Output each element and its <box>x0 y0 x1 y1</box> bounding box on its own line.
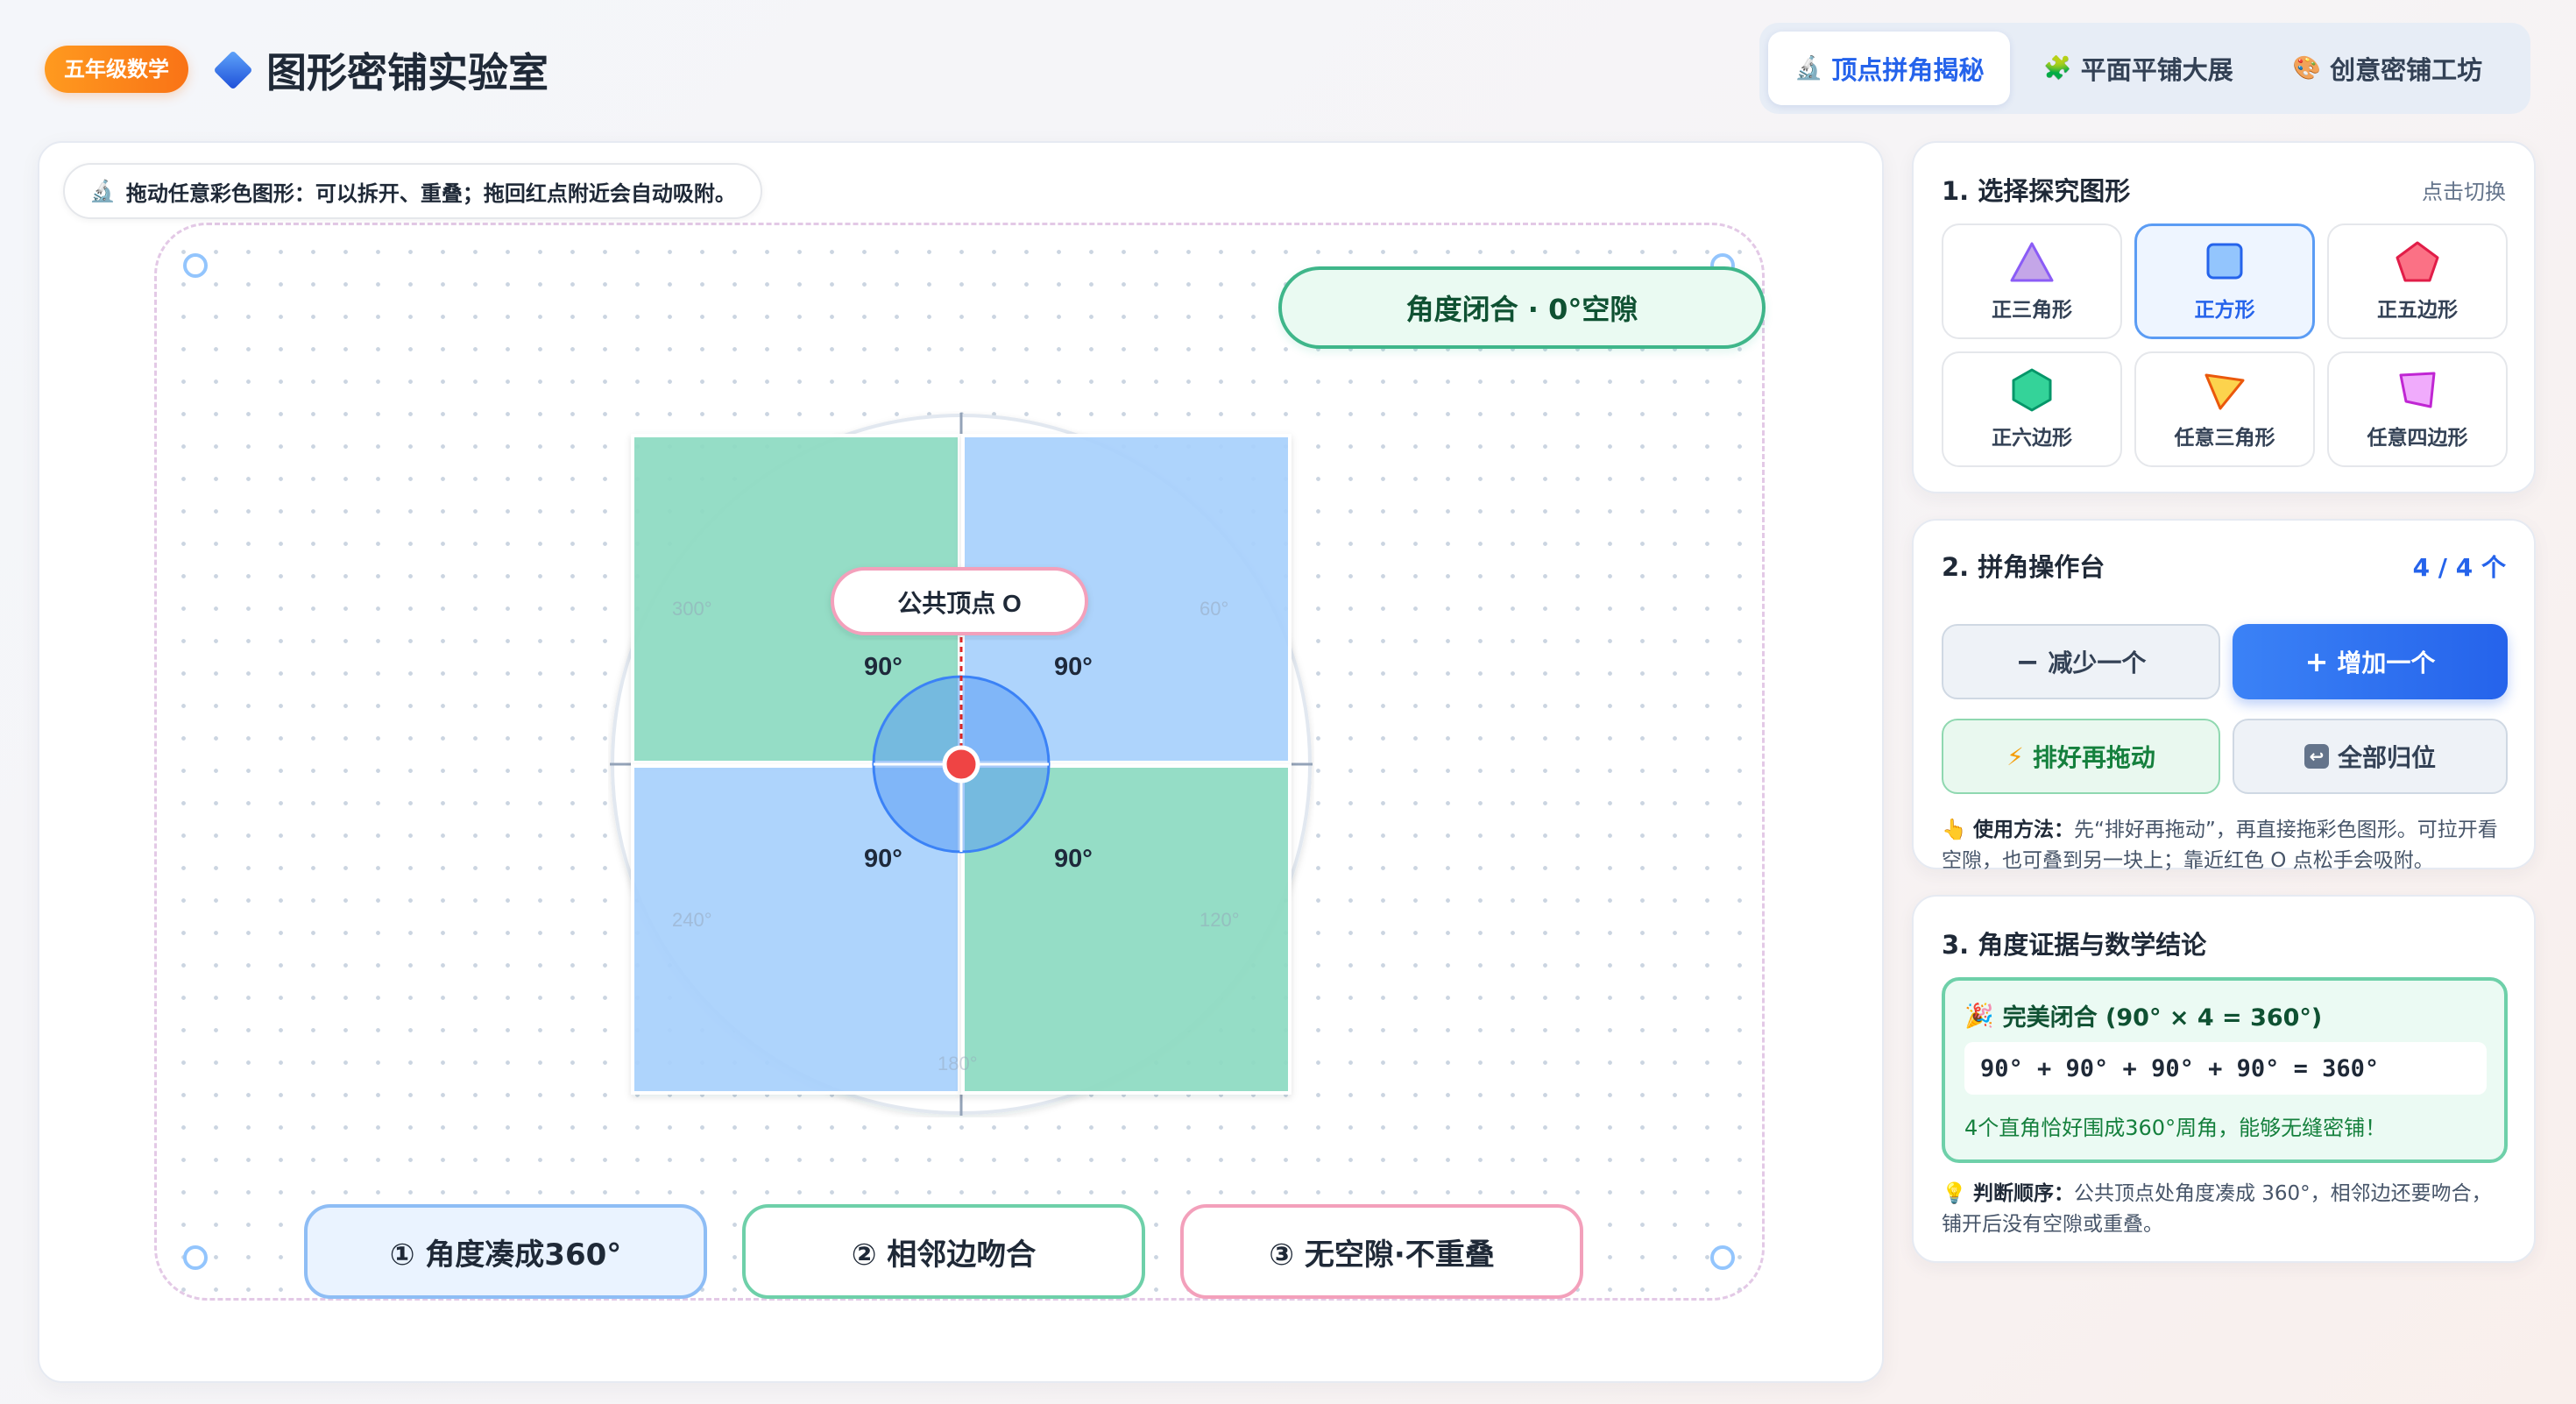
tab-label: 平面平铺大展 <box>2080 55 2233 85</box>
criterion-angle-360: ① 角度凑成360° <box>304 1204 707 1299</box>
usage-instructions: 👆 使用方法：先“排好再拖动”，再直接拖彩色图形。可拉开看空隙，也可叠到另一块上… <box>1942 815 2511 876</box>
shape-label: 正五边形 <box>2377 299 2458 322</box>
square-icon <box>2206 243 2243 280</box>
app-root: 五年级数学 图形密铺实验室 🔬 顶点拼角揭秘 🧩 平面平铺大展 🎨 创意密铺工坊… <box>0 0 2576 1404</box>
shape-grid: 正三角形 正方形 正五边形 正六边形 任意三角形 任意四边形 <box>1942 223 2508 467</box>
triangle-icon <box>2010 242 2054 282</box>
shape-option-regular-hexagon[interactable]: 正六边形 <box>1942 351 2122 467</box>
shape-label: 正方形 <box>2194 299 2255 322</box>
operation-card: 2. 拼角操作台 4 / 4 个 − 减少一个 + 增加一个 ⚡ 排好再拖动 ↩… <box>1912 519 2536 872</box>
tab-creative-workshop[interactable]: 🎨 创意密铺工坊 <box>2267 32 2509 105</box>
shape-option-regular-pentagon[interactable]: 正五边形 <box>2327 223 2508 339</box>
reset-icon: ↩ <box>2304 744 2329 769</box>
shape-label: 任意三角形 <box>2174 427 2275 450</box>
party-popper-icon: 🎉 <box>1964 1002 1994 1030</box>
shape-label: 任意四边形 <box>2367 427 2468 450</box>
board-handle-bottom-right[interactable] <box>1710 1245 1735 1270</box>
tab-label: 顶点拼角揭秘 <box>1831 55 1985 85</box>
shape-label: 正三角形 <box>1992 299 2072 322</box>
page-title-text: 图形密铺实验室 <box>266 49 548 96</box>
result-note: 4个直角恰好围成360°周角，能够无缝密铺！ <box>1964 1116 2387 1140</box>
hint-text: 拖动任意彩色图形：可以拆开、重叠；拖回红点附近会自动吸附。 <box>125 181 736 206</box>
section-title: 3. 角度证据与数学结论 <box>1942 930 2207 960</box>
judge-order-text: 💡 判断顺序：公共顶点处角度凑成 360°，相邻边还要吻合，铺开后没有空隙或重叠… <box>1942 1179 2511 1240</box>
angle-label-top-right: 90° <box>1054 653 1093 681</box>
criterion-edges-match: ② 相邻边吻合 <box>742 1204 1145 1299</box>
puzzle-icon: 🧩 <box>2043 55 2072 82</box>
hint-pill: 🔬 拖动任意彩色图形：可以拆开、重叠；拖回红点附近会自动吸附。 <box>63 163 762 219</box>
scalene-triangle-icon <box>2204 373 2245 410</box>
decrease-button[interactable]: − 减少一个 <box>1942 624 2220 699</box>
lightning-icon: ⚡ <box>2006 741 2024 771</box>
shape-select-card: 1. 选择探究图形 点击切换 正三角形 正方形 正五边形 正六边形 任意三角形 <box>1912 141 2536 493</box>
section-title: 2. 拼角操作台 <box>1942 552 2105 582</box>
section-title: 1. 选择探究图形 <box>1942 176 2131 206</box>
reset-label: 全部归位 <box>2337 743 2436 772</box>
page-title: 图形密铺实验室 <box>213 42 548 98</box>
dial-label: 300° <box>672 598 712 620</box>
usage-heading: 使用方法： <box>1972 819 2074 841</box>
tab-bar: 🔬 顶点拼角揭秘 🧩 平面平铺大展 🎨 创意密铺工坊 <box>1759 23 2530 114</box>
angle-label-bottom-right: 90° <box>1054 845 1093 873</box>
dial-label: 180° <box>938 1053 978 1074</box>
dial-label: 60° <box>1200 598 1228 620</box>
shape-option-equilateral-triangle[interactable]: 正三角形 <box>1942 223 2122 339</box>
result-title: 🎉 完美闭合 (90° × 4 = 360°) <box>1964 998 2322 1032</box>
vertex-label: 公共顶点 O <box>897 590 1022 617</box>
angle-label-bottom-left: 90° <box>864 845 902 873</box>
result-box: 🎉 完美闭合 (90° × 4 = 360°) 90° + 90° + 90° … <box>1942 977 2508 1163</box>
shape-option-any-triangle[interactable]: 任意三角形 <box>2134 351 2315 467</box>
shape-option-square[interactable]: 正方形 <box>2134 223 2315 339</box>
proof-card: 3. 角度证据与数学结论 🎉 完美闭合 (90° × 4 = 360°) 90°… <box>1912 895 2536 1263</box>
increase-label: 增加一个 <box>2337 649 2436 677</box>
piece-count: 4 / 4 个 <box>2412 553 2506 582</box>
criterion-no-gap-overlap: ③ 无空隙·不重叠 <box>1180 1204 1583 1299</box>
pentagon-icon <box>2396 241 2439 282</box>
decrease-label: 减少一个 <box>2048 649 2147 677</box>
plus-icon: + <box>2304 645 2329 678</box>
quadrilateral-icon <box>2399 372 2436 408</box>
status-badge: 角度闭合 · 0°空隙 <box>1278 266 1766 349</box>
reset-all-button[interactable]: ↩ 全部归位 <box>2233 719 2508 794</box>
dial-label: 240° <box>672 909 712 931</box>
board-handle-bottom-left[interactable] <box>183 1245 208 1270</box>
increase-button[interactable]: + 增加一个 <box>2233 624 2508 699</box>
arrange-then-drag-button[interactable]: ⚡ 排好再拖动 <box>1942 719 2220 794</box>
diamond-icon <box>213 50 253 90</box>
result-title-text: 完美闭合 (90° × 4 = 360°) <box>2002 1004 2323 1032</box>
minus-icon: − <box>2015 645 2040 678</box>
angle-label-top-left: 90° <box>864 653 902 681</box>
tab-plane-tiling[interactable]: 🧩 平面平铺大展 <box>2017 32 2259 105</box>
switch-hint: 点击切换 <box>2422 180 2506 204</box>
angle-equation: 90° + 90° + 90° + 90° = 360° <box>1964 1042 2487 1095</box>
shape-option-any-quadrilateral[interactable]: 任意四边形 <box>2327 351 2508 467</box>
tab-label: 创意密铺工坊 <box>2330 55 2483 85</box>
grade-badge: 五年级数学 <box>45 46 188 93</box>
microscope-icon: 🔬 <box>1794 55 1823 82</box>
pointing-hand-icon: 👆 <box>1942 819 1967 841</box>
vertex-point-o[interactable] <box>942 745 980 784</box>
microscope-icon: 🔬 <box>89 179 116 203</box>
arrange-label: 排好再拖动 <box>2032 743 2155 772</box>
tab-vertex-angles[interactable]: 🔬 顶点拼角揭秘 <box>1768 32 2011 105</box>
hexagon-icon <box>2012 368 2052 412</box>
angle-canvas: 60° 120° 180° 240° 300° 90° 90° 90° 90° … <box>610 413 1313 1116</box>
judge-heading: 判断顺序： <box>1972 1182 2074 1205</box>
board-handle-top-left[interactable] <box>183 253 208 278</box>
palette-icon: 🎨 <box>2292 55 2322 82</box>
lightbulb-icon: 💡 <box>1942 1182 1967 1205</box>
shape-label: 正六边形 <box>1992 427 2072 450</box>
dial-label: 120° <box>1200 909 1240 931</box>
